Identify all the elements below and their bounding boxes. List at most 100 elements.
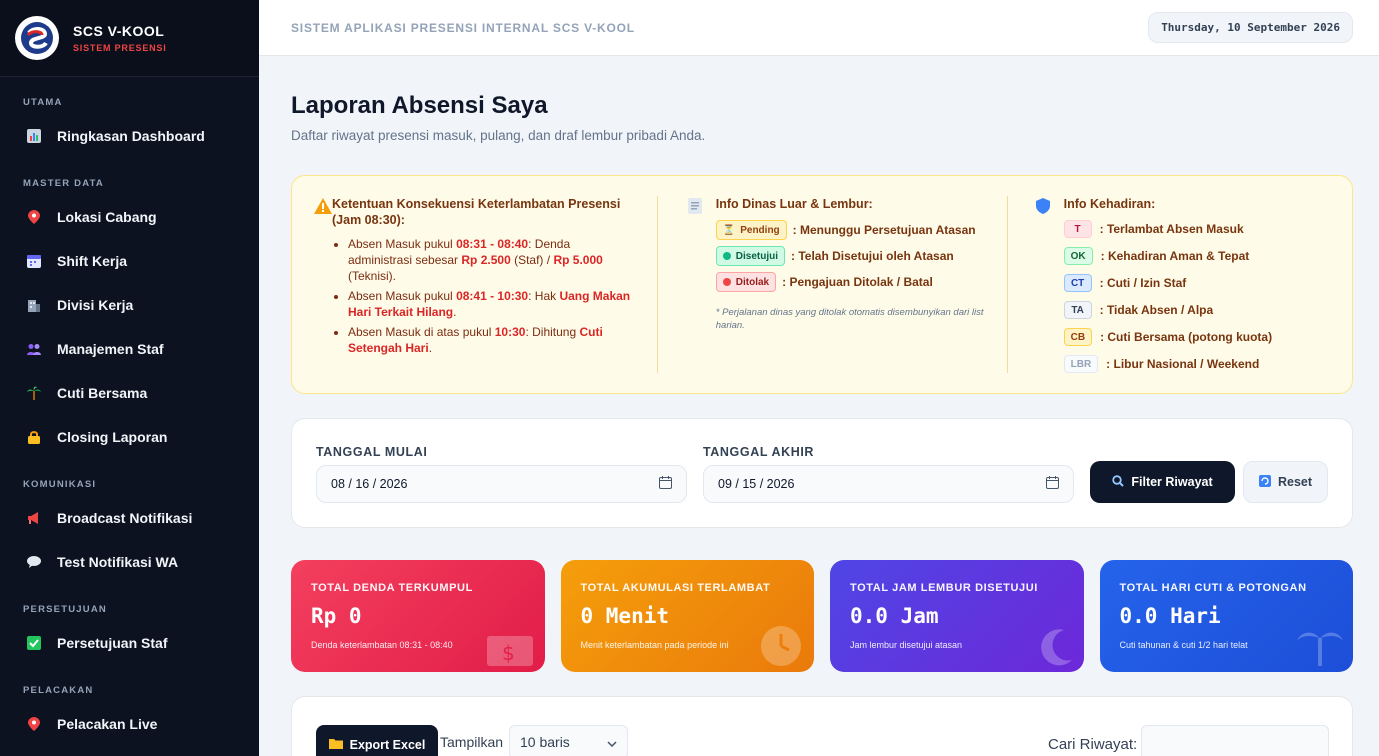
hourglass-icon: ⏳: [722, 224, 736, 236]
pending-description: : Menunggu Persetujuan Atasan: [792, 223, 976, 237]
topbar-title: SISTEM APLIKASI PRESENSI INTERNAL SCS V-…: [291, 20, 635, 35]
pin-icon: [27, 717, 41, 731]
nav-item-pelacakan-live[interactable]: Pelacakan Live: [0, 702, 259, 746]
calendar-icon[interactable]: [659, 476, 672, 492]
filter-button[interactable]: Filter Riwayat: [1090, 461, 1235, 503]
users-icon: [27, 342, 41, 356]
nav-section-pelacakan: PELACAKAN: [23, 685, 94, 696]
page-size-select[interactable]: 10 baris: [509, 725, 628, 756]
page-title: Laporan Absensi Saya: [291, 92, 548, 119]
calendar-icon: [27, 254, 41, 268]
kehadiran-info: Info Kehadiran: T : Terlambat Absen Masuk…: [1006, 196, 1330, 373]
palm-icon: [1295, 622, 1345, 672]
topbar: SISTEM APLIKASI PRESENSI INTERNAL SCS V-…: [259, 0, 1379, 56]
lateness-title: Ketentuan Konsekuensi Keterlambatan Pres…: [332, 197, 621, 227]
history-table-card: Export Excel Tampilkan 10 baris Cari Riw…: [291, 696, 1353, 756]
stat-card-cuti: TOTAL HARI CUTI & POTONGAN 0.0 Hari Cuti…: [1099, 560, 1353, 672]
search-icon: [1112, 474, 1125, 490]
stat-card-terlambat: TOTAL AKUMULASI TERLAMBAT 0 Menit Menit …: [560, 560, 814, 672]
code-badge: T: [1063, 220, 1092, 238]
nav-item-cuti-bersama[interactable]: Cuti Bersama: [0, 371, 259, 415]
chevron-down-icon: [607, 734, 617, 750]
nav-label: Test Notifikasi WA: [57, 554, 179, 570]
approved-description: : Telah Disetujui oleh Atasan: [791, 249, 954, 263]
nav-item-persetujuan-staf[interactable]: Persetujuan Staf: [0, 621, 259, 665]
building-icon: [27, 298, 41, 312]
code-badge: CB: [1063, 328, 1093, 346]
calendar-icon[interactable]: [1046, 476, 1059, 492]
sidebar: SCS V-KOOL SISTEM PRESENSI UTAMA Ringkas…: [0, 0, 259, 756]
end-date-input[interactable]: 09 / 15 / 2026: [703, 465, 1074, 503]
search-input[interactable]: [1141, 725, 1329, 756]
pin-icon: [27, 210, 41, 224]
brand-title: SCS V-KOOL: [73, 23, 165, 39]
bar-chart-icon: [27, 129, 41, 143]
nav-label: Manajemen Staf: [57, 341, 164, 357]
code-description: : Tidak Absen / Alpa: [1099, 303, 1214, 317]
code-description: : Kehadiran Aman & Tepat: [1100, 249, 1250, 263]
rejected-description: : Pengajuan Ditolak / Batal: [782, 275, 933, 289]
info-panel: Ketentuan Konsekuensi Keterlambatan Pres…: [291, 175, 1353, 394]
pending-badge: ⏳ Pending: [715, 220, 787, 240]
code-badge: LBR: [1063, 355, 1099, 373]
rejected-badge: Ditolak: [715, 272, 777, 292]
document-icon: [687, 196, 716, 373]
code-description: : Cuti / Izin Staf: [1099, 276, 1187, 290]
start-date-label: TANGGAL MULAI: [316, 445, 428, 459]
nav-section-komunikasi: KOMUNIKASI: [23, 479, 97, 490]
code-badge: CT: [1063, 274, 1092, 292]
rule-1: Absen Masuk pukul 08:31 - 08:40: Denda a…: [348, 236, 637, 284]
code-description: : Cuti Bersama (potong kuota): [1100, 330, 1273, 344]
page-subtitle: Daftar riwayat presensi masuk, pulang, d…: [291, 128, 706, 143]
nav-item-test-notifikasi-wa[interactable]: Test Notifikasi WA: [0, 540, 259, 584]
code-description: : Libur Nasional / Weekend: [1106, 357, 1260, 371]
lock-icon: [27, 430, 41, 444]
nav-label: Lokasi Cabang: [57, 209, 157, 225]
nav-item-divisi-kerja[interactable]: Divisi Kerja: [0, 283, 259, 327]
approved-badge: Disetujui: [715, 246, 785, 266]
code-badge: OK: [1063, 247, 1093, 265]
nav-label: Shift Kerja: [57, 253, 128, 269]
export-excel-button[interactable]: Export Excel: [316, 725, 438, 756]
kehadiran-title: Info Kehadiran:: [1063, 197, 1156, 211]
main-content: Laporan Absensi Saya Daftar riwayat pres…: [291, 56, 1353, 756]
shield-icon: [1035, 196, 1064, 373]
nav-label: Pelacakan Live: [57, 716, 158, 732]
megaphone-icon: [27, 511, 41, 525]
dinas-title: Info Dinas Luar & Lembur:: [715, 197, 873, 211]
code-description: : Terlambat Absen Masuk: [1099, 222, 1244, 236]
palm-icon: [27, 386, 41, 400]
nav-label: Broadcast Notifikasi: [57, 510, 193, 526]
brand: SCS V-KOOL SISTEM PRESENSI: [0, 0, 259, 77]
nav-section-utama: UTAMA: [23, 97, 63, 108]
nav-item-closing-laporan[interactable]: Closing Laporan: [0, 415, 259, 459]
nav-label: Closing Laporan: [57, 429, 168, 445]
nav-section-persetujuan: PERSETUJUAN: [23, 604, 107, 615]
nav-label: Ringkasan Dashboard: [57, 128, 205, 144]
nav-section-master-data: MASTER DATA: [23, 178, 104, 189]
svg-text:$: $: [502, 641, 515, 665]
nav-item-ringkasan-dashboard[interactable]: Ringkasan Dashboard: [0, 114, 259, 158]
nav-label: Cuti Bersama: [57, 385, 148, 401]
folder-icon: [328, 738, 343, 752]
stat-card-lembur: TOTAL JAM LEMBUR DISETUJUI 0.0 Jam Jam l…: [830, 560, 1084, 672]
nav-label: Divisi Kerja: [57, 297, 134, 313]
nav-label: Persetujuan Staf: [57, 635, 168, 651]
stat-card-denda: TOTAL DENDA TERKUMPUL Rp 0 Denda keterla…: [291, 560, 545, 672]
dinas-info: Info Dinas Luar & Lembur: ⏳ Pending : Men…: [656, 196, 1007, 373]
nav-item-broadcast-notifikasi[interactable]: Broadcast Notifikasi: [0, 496, 259, 540]
alarm-clock-icon: [756, 620, 806, 672]
start-date-input[interactable]: 08 / 16 / 2026: [316, 465, 687, 503]
reset-button[interactable]: Reset: [1243, 461, 1328, 503]
moon-icon: [1036, 626, 1076, 672]
lateness-rules: Ketentuan Konsekuensi Keterlambatan Pres…: [314, 196, 637, 373]
nav-item-shift-kerja[interactable]: Shift Kerja: [0, 239, 259, 283]
money-icon: $: [486, 630, 537, 672]
nav-item-lokasi-cabang[interactable]: Lokasi Cabang: [0, 195, 259, 239]
end-date-label: TANGGAL AKHIR: [703, 445, 815, 459]
nav-item-manajemen-staf[interactable]: Manajemen Staf: [0, 327, 259, 371]
chat-icon: [27, 555, 41, 569]
brand-subtitle: SISTEM PRESENSI: [73, 43, 167, 53]
rule-3: Absen Masuk di atas pukul 10:30: Dihitun…: [348, 324, 637, 356]
date-display: Thursday, 10 September 2026: [1148, 12, 1353, 43]
